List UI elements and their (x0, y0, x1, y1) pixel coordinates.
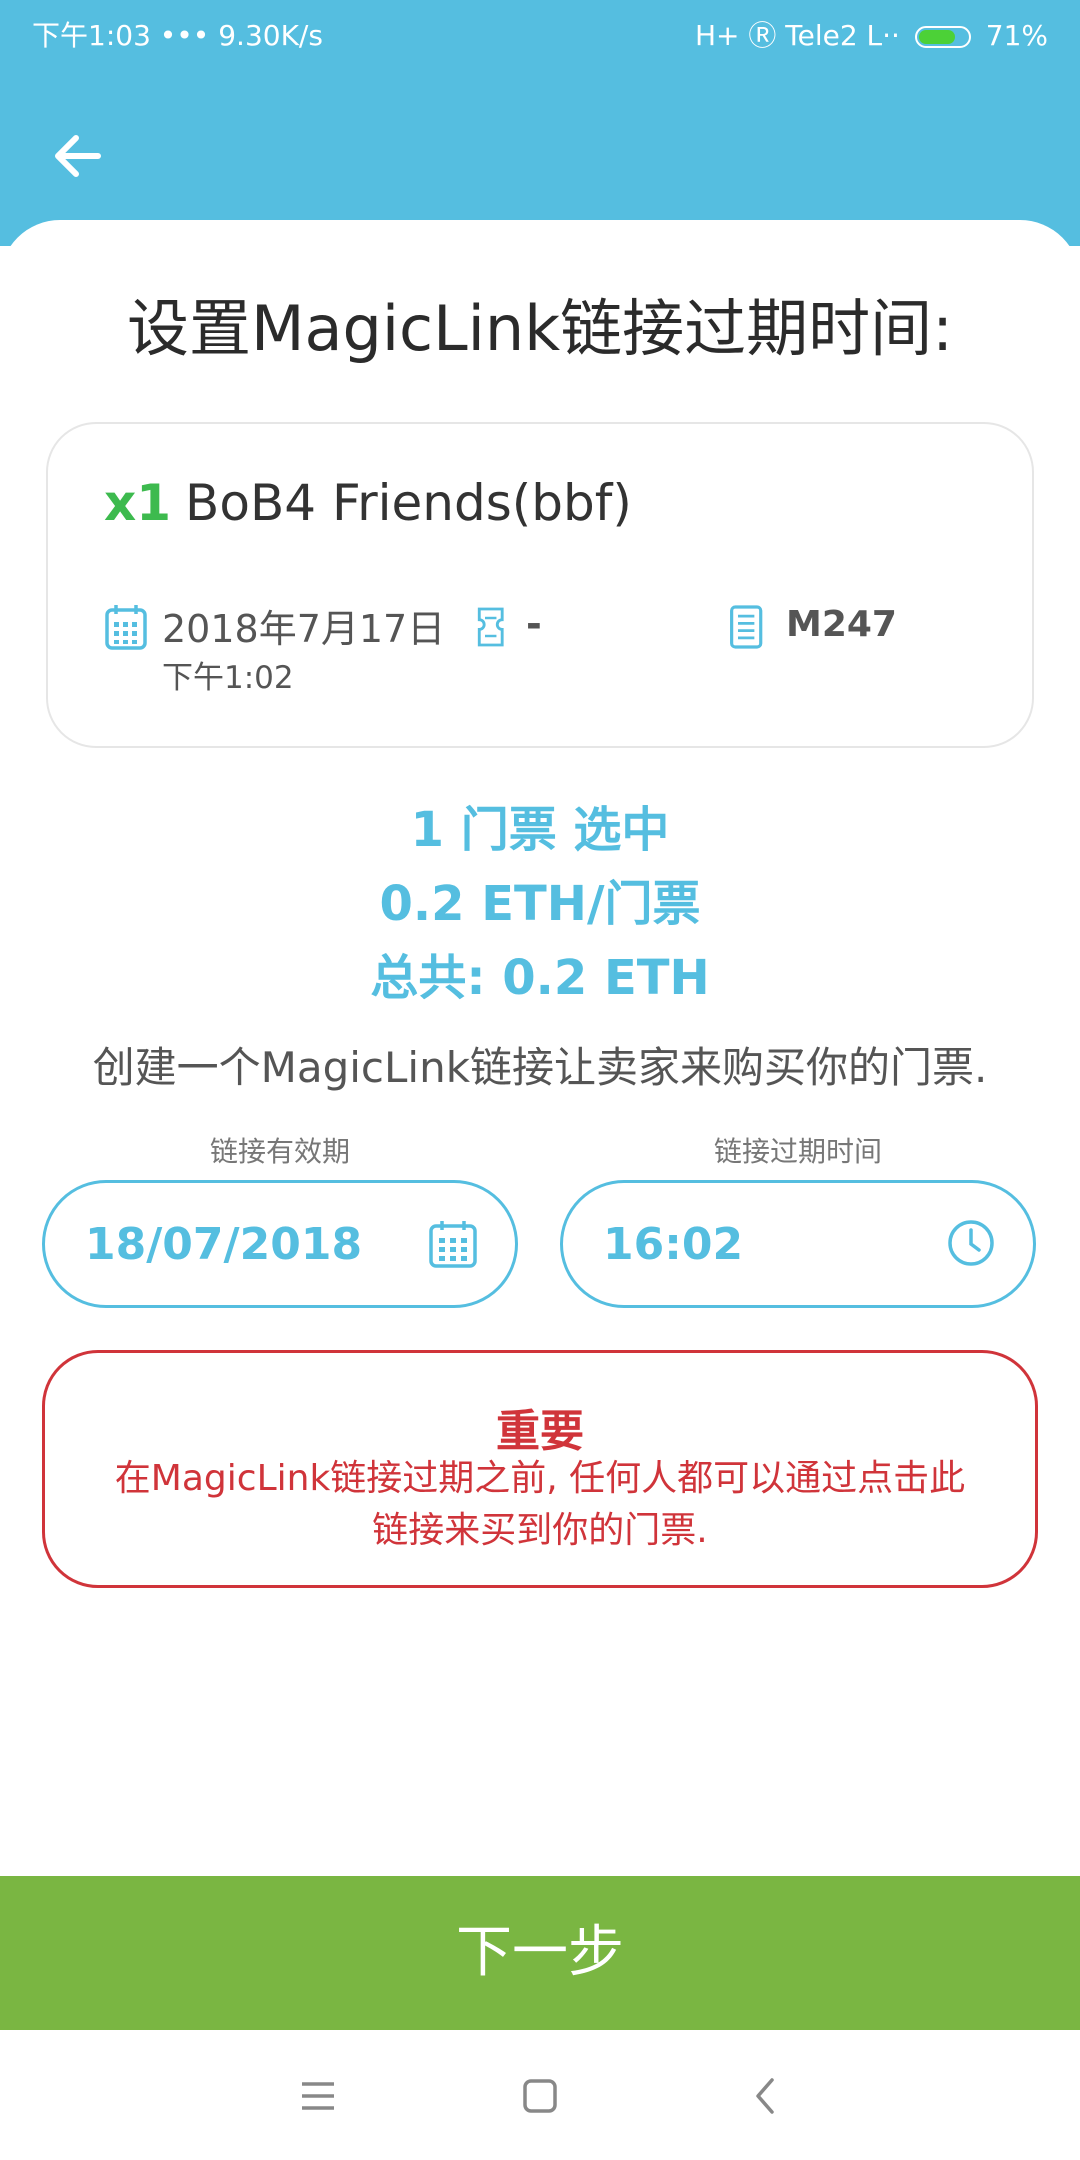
carrier-text: H+ Ⓡ Tele2 L·· (694, 19, 900, 52)
ticket-name-row: x1 BoB4 Friends(bbf) (104, 474, 632, 532)
expiry-time-label: 链接过期时间 (713, 1135, 882, 1168)
description-text: 创建一个MagicLink链接让卖家来购买你的门票. (92, 1043, 988, 1092)
expiry-date-field[interactable]: 18/07/2018 (42, 1180, 518, 1308)
status-bar: 下午1:03 ••• 9.30K/s H+ Ⓡ Tele2 L·· 71% (0, 0, 1080, 66)
expiry-date-value: 18/07/2018 (85, 1219, 363, 1270)
back-icon[interactable] (736, 2066, 796, 2126)
important-body: 在MagicLink链接过期之前, 任何人都可以通过点击此链接来买到你的门票. (114, 1458, 966, 1551)
expiry-date-label: 链接有效期 (209, 1135, 350, 1168)
important-title: 重要 (496, 1406, 584, 1457)
summary-total: 总共: 0.2 ETH (370, 950, 710, 1006)
home-icon[interactable] (510, 2066, 570, 2126)
ticket-quantity: x1 (104, 474, 172, 532)
arrow-left-icon (55, 135, 101, 177)
calendar-icon (105, 605, 147, 650)
battery-percent: 71% (985, 19, 1048, 52)
calendar-icon (429, 1221, 477, 1268)
important-notice: 重要 在MagicLink链接过期之前, 任何人都可以通过点击此链接来买到你的门… (42, 1350, 1038, 1588)
menu-icon[interactable] (288, 2066, 348, 2126)
event-code: M247 (786, 604, 897, 645)
summary-selected: 1 门票 选中 (410, 802, 670, 858)
ticket-value: - (526, 602, 542, 646)
expiry-time-value: 16:02 (603, 1219, 744, 1270)
ticket-name: BoB4 Friends(bbf) (185, 474, 632, 532)
battery-icon (914, 26, 971, 48)
status-time-speed: 下午1:03 ••• 9.30K/s (32, 19, 323, 52)
status-indicators: H+ Ⓡ Tele2 L·· 71% (695, 14, 1048, 54)
summary-price: 0.2 ETH/门票 (379, 876, 701, 932)
ticket-time-text: 下午1:02 (162, 660, 294, 696)
system-nav-bar (0, 2030, 1080, 2160)
page-title: 设置MagicLink链接过期时间: (126, 292, 953, 365)
ticket-date-text: 2018年7月17日 (162, 607, 446, 651)
back-button[interactable] (36, 114, 120, 198)
app-bar (0, 66, 1080, 246)
expiry-time-field[interactable]: 16:02 (560, 1180, 1036, 1308)
receipt-icon (730, 605, 763, 649)
clock-icon (948, 1220, 994, 1266)
ticket-icon (477, 607, 504, 647)
next-button[interactable]: 下一步 (0, 1876, 1080, 2030)
ticket-card: x1BoB4 Friends(bbf) 2018年7月17日 下午1:02 - (46, 422, 1034, 748)
